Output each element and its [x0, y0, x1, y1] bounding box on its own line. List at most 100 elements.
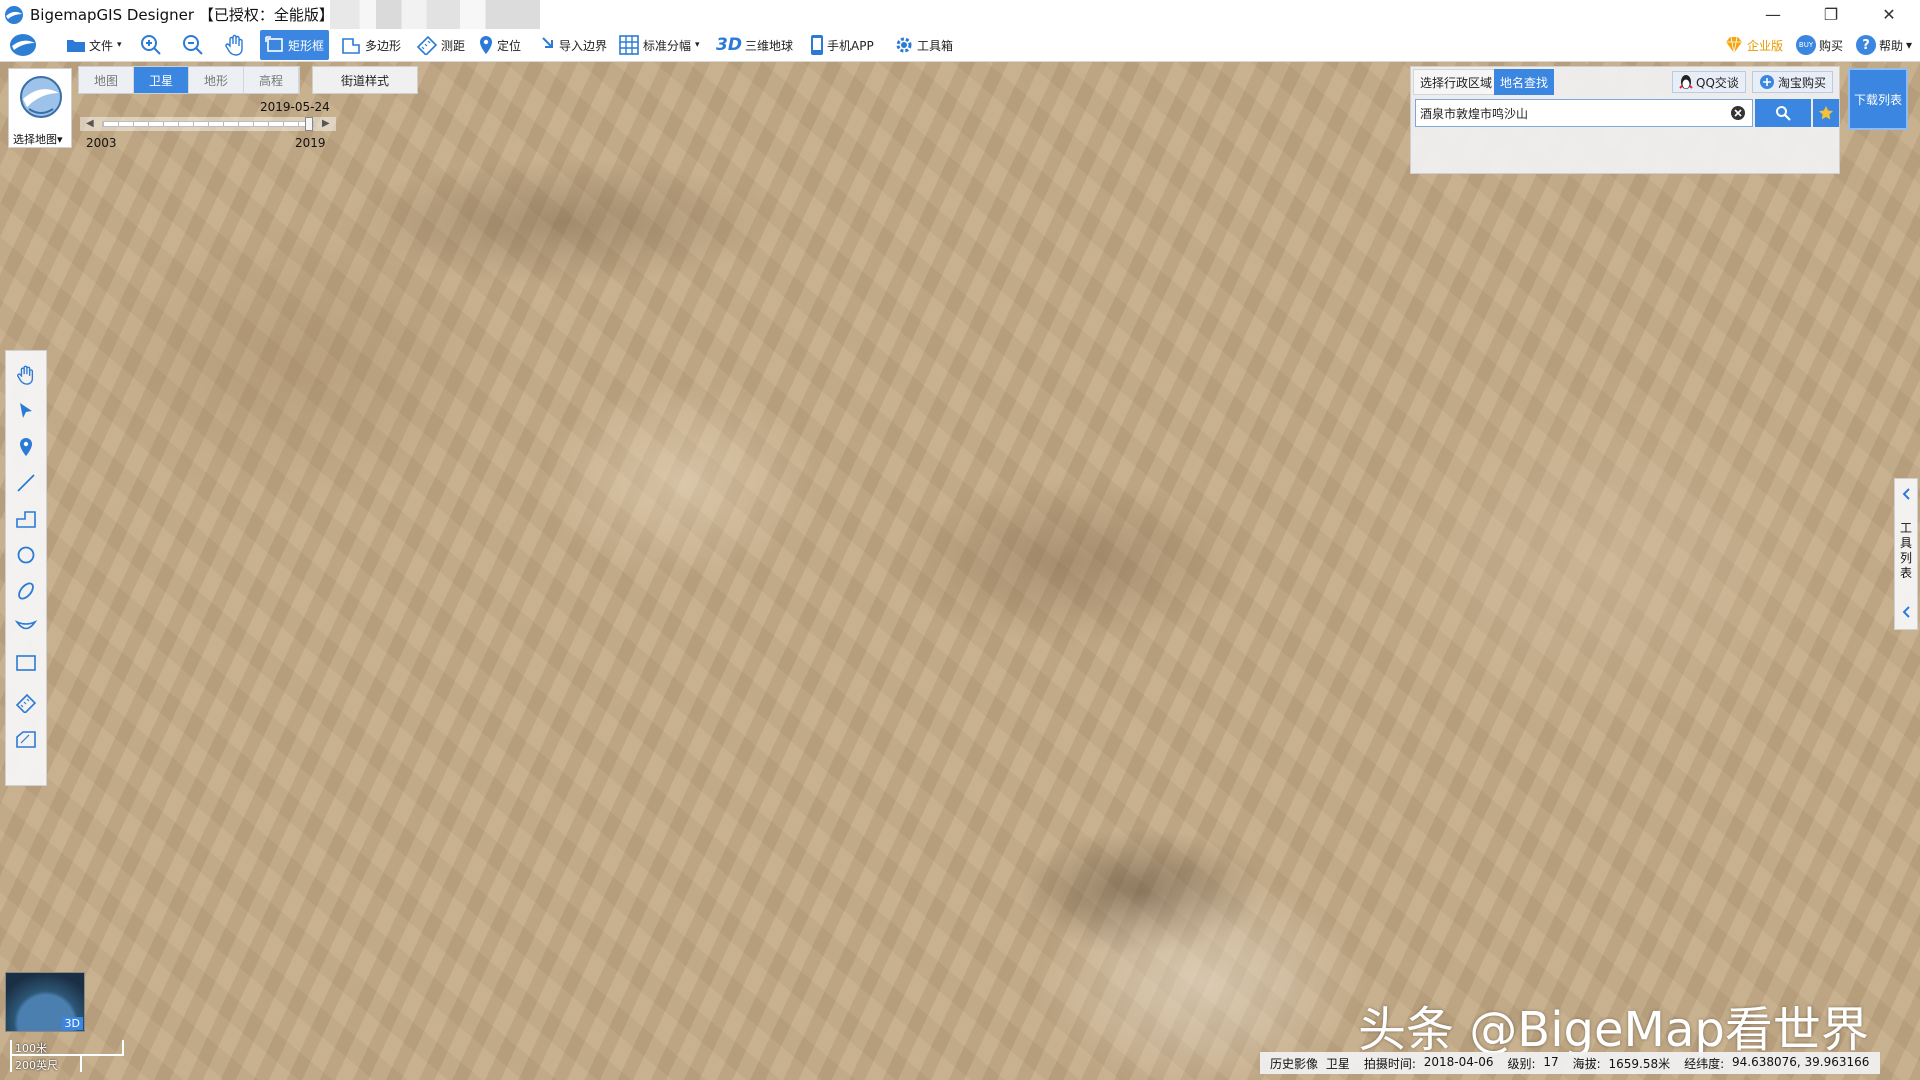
mobile-app-button[interactable]: 手机APP: [810, 30, 874, 60]
minimap-3d-badge: 3D: [61, 1017, 83, 1030]
tool-list-panel[interactable]: 工具列表: [1894, 478, 1918, 630]
clear-icon[interactable]: [1730, 105, 1746, 121]
draw-area-tool[interactable]: [6, 723, 46, 755]
pan-button[interactable]: [224, 30, 246, 60]
help-icon: ?: [1856, 35, 1876, 55]
tool-list-label: 工具列表: [1900, 521, 1913, 580]
street-style-button[interactable]: 街道样式: [312, 66, 418, 94]
diamond-icon: [1726, 36, 1742, 54]
standard-sheet-menu[interactable]: 标准分幅 ▾: [618, 30, 700, 60]
draw-measure-tool[interactable]: [6, 687, 46, 719]
location-pin-icon: [480, 36, 492, 54]
minimap-3d[interactable]: 3D: [5, 972, 85, 1032]
timeline-current-date: 2019-05-24: [260, 100, 330, 114]
draw-rectangle-tool[interactable]: [6, 647, 46, 679]
rect-select-button[interactable]: 矩形框: [260, 30, 330, 60]
chevron-down-icon: ▾: [117, 40, 122, 50]
timeline-next-icon[interactable]: ▶: [322, 118, 330, 129]
scale-tick: [80, 1054, 82, 1072]
restore-icon: ❐: [1823, 5, 1839, 24]
scale-tick: [10, 1040, 12, 1072]
ruler-icon: [15, 693, 37, 713]
timeline-prev-icon[interactable]: ◀: [86, 118, 94, 129]
import-arrow-icon: [542, 37, 553, 48]
zoom-out-icon: [183, 35, 203, 55]
chevron-left-icon[interactable]: [1900, 487, 1914, 501]
tab-map[interactable]: 地图: [79, 67, 134, 93]
draw-sector-tool[interactable]: [6, 611, 46, 643]
search-field: [1415, 99, 1753, 127]
polygon-icon: [16, 511, 36, 528]
3d-icon: 3D: [716, 35, 742, 55]
buy-button[interactable]: BUY 购买: [1796, 30, 1843, 60]
tab-satellite[interactable]: 卫星: [134, 67, 189, 93]
satellite-map-view[interactable]: 选择地图▾ 地图 卫星 地形 高程 街道样式 2019-05-24 ◀ ▶ 20…: [0, 62, 1920, 1080]
timeline-end-year: 2019: [295, 136, 326, 150]
chevron-down-icon: ▾: [695, 40, 700, 50]
timeline-slider-handle[interactable]: [305, 117, 313, 131]
draw-circle-tool[interactable]: [6, 539, 46, 571]
bigemap-logo-icon: [5, 5, 23, 24]
measure-button[interactable]: 测距: [416, 30, 465, 60]
cursor-arrow-icon: [20, 403, 32, 418]
main-toolbar: 文件 ▾ 矩形框 多边形 测距 定位 导入边界 标准分幅 ▾ 3D 三维地球 手机A…: [0, 29, 1920, 62]
restore-button[interactable]: ❐: [1802, 0, 1860, 29]
tab-place-search[interactable]: 地名查找: [1494, 69, 1555, 95]
minimize-button[interactable]: —: [1744, 0, 1802, 29]
taobao-icon: [1760, 75, 1774, 89]
hand-icon: [17, 365, 34, 385]
download-list-button[interactable]: 下载列表: [1848, 68, 1908, 130]
file-menu[interactable]: 文件 ▾: [66, 30, 122, 60]
timeline-bar[interactable]: [102, 117, 314, 131]
search-input[interactable]: [1416, 100, 1724, 126]
taobao-buy-button[interactable]: 淘宝购买: [1752, 71, 1834, 93]
select-map-button[interactable]: 选择地图▾: [8, 68, 72, 148]
draw-polygon-tool[interactable]: [6, 503, 46, 535]
tab-select-region[interactable]: 选择行政区域: [1413, 69, 1500, 95]
polygon-button[interactable]: 多边形: [340, 30, 401, 60]
draw-marker-tool[interactable]: [6, 431, 46, 463]
minimize-icon: —: [1765, 5, 1781, 24]
toolbox-button[interactable]: 工具箱: [894, 30, 953, 60]
zoom-out-button[interactable]: [182, 30, 204, 60]
help-menu[interactable]: ? 帮助 ▾: [1856, 30, 1912, 60]
import-border-button[interactable]: 导入边界: [540, 30, 607, 60]
polygon-icon: [342, 38, 360, 54]
scale-bar: 100米 200英尺: [10, 1040, 125, 1074]
watermark: 头条 @BigeMap看世界: [1358, 1002, 1869, 1058]
draw-pan-tool[interactable]: [6, 359, 46, 391]
bigemap-menu-icon: [10, 34, 36, 56]
scale-imperial: 200英尺: [15, 1059, 58, 1072]
circle-icon: [17, 546, 35, 564]
ellipse-icon: [18, 582, 34, 600]
main-menu-button[interactable]: [8, 30, 38, 60]
status-capture-time: 拍摄时间: 2018-04-06: [1363, 1054, 1494, 1071]
zoom-in-button[interactable]: [140, 30, 162, 60]
qq-chat-button[interactable]: QQ交谈: [1672, 71, 1746, 93]
folder-icon: [67, 40, 85, 52]
draw-line-tool[interactable]: [6, 467, 46, 499]
status-altitude: 海拔: 1659.58米: [1572, 1056, 1671, 1071]
timeline-start-year: 2003: [86, 136, 117, 150]
draw-select-tool[interactable]: [6, 395, 46, 427]
chevron-down-icon: ▾: [1906, 38, 1913, 52]
zoom-in-icon: [141, 35, 161, 55]
status-layer: 历史影像 卫星: [1270, 1056, 1350, 1071]
draw-ellipse-tool[interactable]: [6, 575, 46, 607]
favorite-button[interactable]: [1813, 99, 1839, 127]
tab-terrain[interactable]: 地形: [189, 67, 244, 93]
locate-button[interactable]: 定位: [478, 30, 521, 60]
window-title: BigemapGIS Designer 【已授权：全能版】: [30, 6, 334, 24]
ruler-icon: [416, 35, 438, 55]
close-button[interactable]: ✕: [1860, 0, 1918, 29]
search-button[interactable]: [1755, 99, 1811, 127]
tab-elevation[interactable]: 高程: [244, 67, 299, 93]
status-coordinates: 经纬度: 94.638076, 39.963166: [1684, 1054, 1870, 1071]
gear-icon: [896, 37, 912, 53]
globe-3d-button[interactable]: 3D 三维地球: [716, 30, 793, 60]
chevron-left-icon[interactable]: [1900, 605, 1914, 619]
select-map-label: 选择地图▾: [13, 133, 63, 146]
enterprise-button[interactable]: 企业版: [1724, 30, 1783, 60]
timeline-track: ◀ ▶: [80, 117, 336, 131]
close-icon: ✕: [1882, 5, 1896, 24]
